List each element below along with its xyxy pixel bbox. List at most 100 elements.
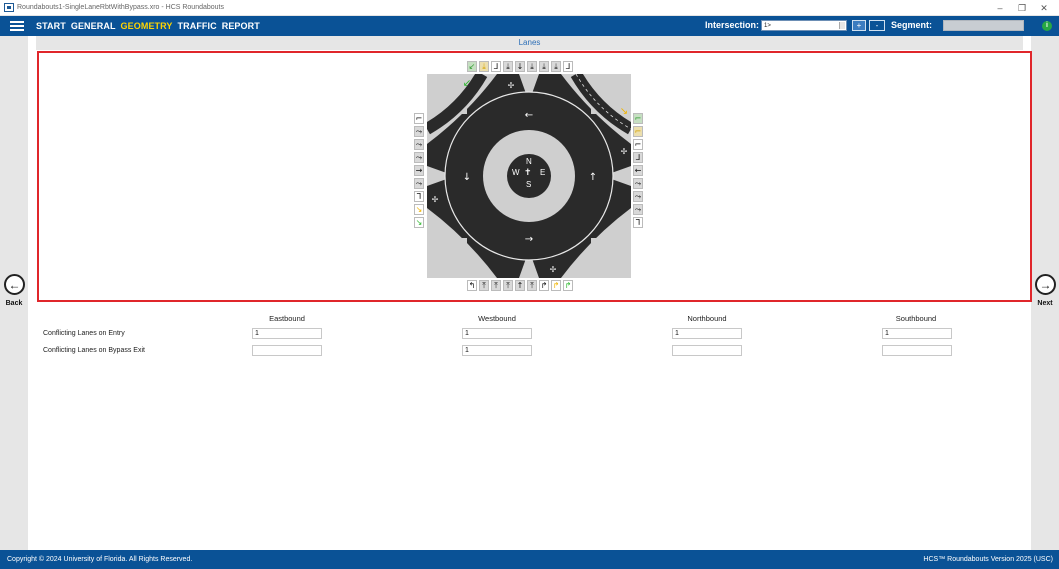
intersection-select[interactable]: 1> (761, 20, 847, 31)
lane-button[interactable]: ↘ (414, 217, 424, 228)
app-icon (4, 3, 14, 12)
compass-east: E (540, 168, 546, 177)
column-header-southbound: Southbound (895, 314, 937, 323)
lane-button[interactable]: ⌐ (633, 139, 643, 150)
lane-button[interactable]: ⤓ (539, 61, 549, 72)
menu-start[interactable]: START (36, 21, 66, 31)
bypass-southbound-input[interactable] (882, 345, 952, 356)
menu-traffic[interactable]: TRAFFIC (178, 21, 217, 31)
lane-button[interactable]: ⤳ (414, 139, 424, 150)
lane-button[interactable]: ← (633, 165, 643, 176)
lane-button[interactable]: ⤳ (633, 204, 643, 215)
lane-button[interactable]: ⤳ (414, 152, 424, 163)
menu-general[interactable]: GENERAL (71, 21, 116, 31)
hamburger-menu-icon[interactable] (10, 21, 24, 31)
svg-text:↑: ↑ (589, 172, 597, 183)
lane-button[interactable]: ↰ (467, 280, 477, 291)
svg-text:→: → (525, 234, 533, 245)
bypass-eastbound-input[interactable] (252, 345, 322, 356)
lane-button[interactable]: ⤓ (503, 61, 513, 72)
section-title: Lanes (36, 36, 1023, 50)
lane-button[interactable]: ⌐ (414, 113, 424, 124)
title-bar: Roundabouts1-SingleLaneRbtWithBypass.xro… (0, 0, 1059, 16)
svg-text:←: ← (525, 110, 533, 121)
footer: Copyright © 2024 University of Florida. … (0, 550, 1059, 569)
svg-text:↘: ↘ (620, 106, 628, 117)
lane-button[interactable]: ↱ (563, 280, 573, 291)
lane-button[interactable]: ⅃ (633, 152, 643, 163)
lane-button[interactable]: ↓ (515, 61, 525, 72)
compass-north: N (526, 157, 532, 166)
back-label[interactable]: Back (0, 300, 28, 307)
info-icon[interactable]: i (1042, 21, 1052, 31)
lane-buttons-left: ⌐ ⤳ ⤳ ⤳ → ⤳ ⅂ ↘ ↘ (414, 113, 424, 228)
copyright-text: Copyright © 2024 University of Florida. … (7, 556, 193, 563)
next-sidebar: → Next (1031, 36, 1059, 550)
lane-buttons-top: ↙ ⤓ ⅃ ⤓ ↓ ⤓ ⤓ ⤓ ⅃ (467, 61, 573, 72)
lane-button[interactable]: ⤳ (633, 178, 643, 189)
lane-buttons-bottom: ↰ ⤒ ⤒ ⤒ ↑ ⤒ ↱ ↱ ↱ (467, 280, 573, 291)
menu-geometry[interactable]: GEOMETRY (121, 21, 173, 31)
compass-west: W (512, 168, 520, 177)
window-title: Roundabouts1-SingleLaneRbtWithBypass.xro… (17, 4, 225, 11)
compass: N S W E ✝ (493, 157, 565, 189)
entry-northbound-input[interactable]: 1 (672, 328, 742, 339)
lane-button[interactable]: ⤒ (479, 280, 489, 291)
column-header-eastbound: Eastbound (269, 314, 305, 323)
intersection-value: 1> (764, 23, 771, 29)
lane-button[interactable]: ⤓ (551, 61, 561, 72)
lane-button[interactable]: ↘ (414, 204, 424, 215)
restore-icon[interactable]: ❐ (1011, 0, 1033, 16)
column-header-northbound: Northbound (687, 314, 727, 323)
column-header-westbound: Westbound (478, 314, 516, 323)
svg-text:✢: ✢ (621, 147, 628, 156)
close-icon[interactable]: ✕ (1033, 0, 1055, 16)
entry-southbound-input[interactable]: 1 (882, 328, 952, 339)
lane-button[interactable]: ⤒ (491, 280, 501, 291)
row-label-bypass-exit: Conflicting Lanes on Bypass Exit (43, 347, 145, 354)
lane-button[interactable]: ⤳ (414, 178, 424, 189)
lane-button[interactable]: → (414, 165, 424, 176)
svg-text:✢: ✢ (550, 265, 557, 274)
svg-text:✢: ✢ (432, 195, 439, 204)
minimize-icon[interactable]: – (989, 0, 1011, 16)
back-arrow-icon[interactable]: ← (4, 274, 25, 295)
bypass-northbound-input[interactable] (672, 345, 742, 356)
next-label[interactable]: Next (1031, 300, 1059, 307)
lane-button[interactable]: ↙ (467, 61, 477, 72)
compass-cross-icon: ✝ (524, 167, 532, 177)
lane-button[interactable]: ⤒ (503, 280, 513, 291)
menu-bar: START GENERAL GEOMETRY TRAFFIC REPORT In… (0, 16, 1059, 36)
row-label-entry: Conflicting Lanes on Entry (43, 330, 125, 337)
svg-text:↙: ↙ (463, 78, 471, 89)
window-controls: – ❐ ✕ (989, 0, 1055, 16)
version-text: HCS™ Roundabouts Version 2025 (USC) (923, 556, 1053, 563)
back-sidebar: ← Back (0, 36, 28, 550)
lane-button[interactable]: ↑ (515, 280, 525, 291)
segment-select[interactable] (943, 20, 1024, 31)
remove-intersection-button[interactable]: - (869, 20, 885, 31)
lane-buttons-right: ⌐ ⌐ ⌐ ⅃ ← ⤳ ⤳ ⤳ ⅂ (633, 113, 643, 228)
lane-button[interactable]: ⤓ (479, 61, 489, 72)
segment-label: Segment: (891, 20, 933, 30)
lane-button[interactable]: ⤓ (527, 61, 537, 72)
lane-button[interactable]: ↱ (539, 280, 549, 291)
entry-eastbound-input[interactable]: 1 (252, 328, 322, 339)
lane-button[interactable]: ⅃ (563, 61, 573, 72)
lane-button[interactable]: ⤳ (414, 126, 424, 137)
lane-button[interactable]: ⅃ (491, 61, 501, 72)
bypass-westbound-input[interactable]: 1 (462, 345, 532, 356)
menu-report[interactable]: REPORT (222, 21, 260, 31)
lane-button[interactable]: ⌐ (633, 113, 643, 124)
chevron-down-icon[interactable] (839, 22, 845, 29)
entry-westbound-input[interactable]: 1 (462, 328, 532, 339)
lane-button[interactable]: ⅂ (633, 217, 643, 228)
lane-button[interactable]: ⌐ (633, 126, 643, 137)
lane-button[interactable]: ⅂ (414, 191, 424, 202)
next-arrow-icon[interactable]: → (1035, 274, 1056, 295)
add-intersection-button[interactable]: + (852, 20, 866, 31)
svg-text:✢: ✢ (508, 81, 515, 90)
lane-button[interactable]: ⤳ (633, 191, 643, 202)
lane-button[interactable]: ↱ (551, 280, 561, 291)
lane-button[interactable]: ⤒ (527, 280, 537, 291)
